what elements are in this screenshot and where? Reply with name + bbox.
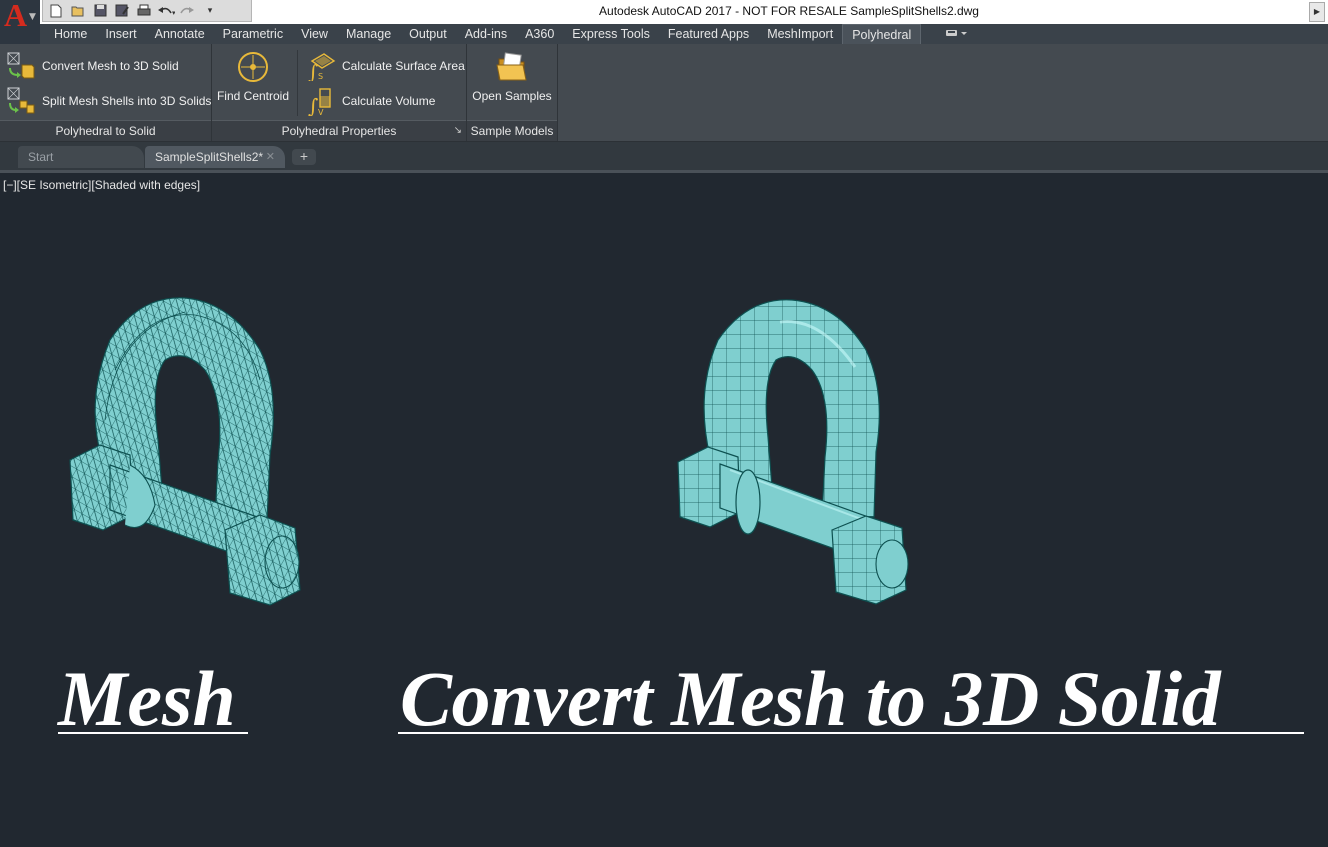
shackle-solid-model <box>677 299 909 605</box>
separator <box>297 50 298 116</box>
panel-title-polyhedral-to-solid: Polyhedral to Solid <box>0 120 211 141</box>
dialog-launcher-icon[interactable]: ↘ <box>454 121 462 141</box>
tab-current-label: SampleSplitShells2* <box>155 150 264 164</box>
convert-caption: Convert Mesh to 3D Solid <box>400 655 1221 742</box>
ribbon-panel-area: Convert Mesh to 3D Solid Split Mesh Shel… <box>0 44 1328 142</box>
mesh-caption-underline <box>58 732 248 734</box>
split-mesh-button[interactable]: Split Mesh Shells into 3D Solids <box>6 86 211 116</box>
centroid-icon <box>238 52 268 82</box>
tab-express-tools[interactable]: Express Tools <box>563 24 659 44</box>
viewport-controls[interactable]: [−][SE Isometric][Shaded with edges] <box>3 178 200 192</box>
panel-title-polyhedral-properties: Polyhedral Properties ↘ <box>212 120 466 141</box>
svg-text:S: S <box>318 72 323 81</box>
ribbon-tab-bar: Home Insert Annotate Parametric View Man… <box>40 23 1328 45</box>
convert-mesh-button[interactable]: Convert Mesh to 3D Solid <box>6 51 179 81</box>
document-tab-bar: Start SampleSplitShells2* ✕ + <box>0 142 1328 173</box>
split-mesh-icon <box>7 87 35 114</box>
tab-a360[interactable]: A360 <box>516 24 563 44</box>
application-menu-button[interactable]: A ▼ <box>0 0 40 44</box>
convert-caption-underline <box>398 732 1304 734</box>
panel-sample-models: Open Samples Sample Models <box>467 44 558 141</box>
panel-polyhedral-to-solid: Convert Mesh to 3D Solid Split Mesh Shel… <box>0 44 212 141</box>
close-icon[interactable]: ✕ <box>266 146 275 168</box>
tab-add-ins[interactable]: Add-ins <box>456 24 516 44</box>
ribbon-minimize-button[interactable] <box>921 24 978 44</box>
title-bar: ▾ ▾ Autodesk AutoCAD 2017 - NOT FOR RESA… <box>0 0 1328 25</box>
svg-text:∫: ∫ <box>308 94 318 116</box>
svg-text:∫: ∫ <box>308 60 318 81</box>
split-mesh-label: Split Mesh Shells into 3D Solids <box>42 94 212 108</box>
panel-polyhedral-properties: Find Centroid ∫ S Calculate Surface Area… <box>212 44 467 141</box>
find-centroid-label: Find Centroid <box>216 89 290 103</box>
volume-label: Calculate Volume <box>342 94 436 108</box>
open-samples-label: Open Samples <box>472 89 552 103</box>
window-title: Autodesk AutoCAD 2017 - NOT FOR RESALE S… <box>599 4 979 18</box>
panel-title-sample-models: Sample Models <box>467 120 557 141</box>
tab-parametric[interactable]: Parametric <box>214 24 292 44</box>
surface-area-button[interactable]: ∫ S Calculate Surface Area <box>306 51 465 81</box>
tab-polyhedral[interactable]: Polyhedral <box>842 23 922 45</box>
svg-text:V: V <box>318 108 324 116</box>
folder-open-icon <box>496 52 527 81</box>
chevron-down-icon: ▼ <box>29 12 36 22</box>
tab-manage[interactable]: Manage <box>337 24 400 44</box>
tab-start-label: Start <box>28 150 54 164</box>
convert-mesh-icon <box>7 52 35 79</box>
tab-meshimport[interactable]: MeshImport <box>758 24 842 44</box>
autocad-logo-icon: A <box>4 0 28 33</box>
surface-area-label: Calculate Surface Area <box>342 59 465 73</box>
mesh-caption: Mesh <box>58 655 236 742</box>
panel-title-text: Polyhedral Properties <box>281 124 397 138</box>
new-tab-button[interactable]: + <box>292 149 316 165</box>
open-samples-button[interactable]: Open Samples <box>467 50 557 103</box>
tab-output[interactable]: Output <box>400 24 456 44</box>
find-centroid-button[interactable]: Find Centroid <box>216 50 290 103</box>
surface-area-icon: ∫ S <box>308 53 336 81</box>
volume-button[interactable]: ∫ V Calculate Volume <box>306 86 435 116</box>
convert-mesh-label: Convert Mesh to 3D Solid <box>42 59 179 73</box>
tab-start[interactable]: Start <box>18 146 144 168</box>
scroll-right-icon[interactable]: ▶ <box>1309 2 1325 22</box>
tab-insert[interactable]: Insert <box>96 24 145 44</box>
tab-view[interactable]: View <box>292 24 337 44</box>
volume-icon: ∫ V <box>308 88 331 116</box>
tab-featured-apps[interactable]: Featured Apps <box>659 24 758 44</box>
tab-annotate[interactable]: Annotate <box>146 24 214 44</box>
ribbon-minimize-icon <box>946 30 968 36</box>
tab-current-drawing[interactable]: SampleSplitShells2* ✕ <box>145 146 285 168</box>
tab-home[interactable]: Home <box>45 24 96 44</box>
shackle-mesh-model <box>69 297 301 606</box>
